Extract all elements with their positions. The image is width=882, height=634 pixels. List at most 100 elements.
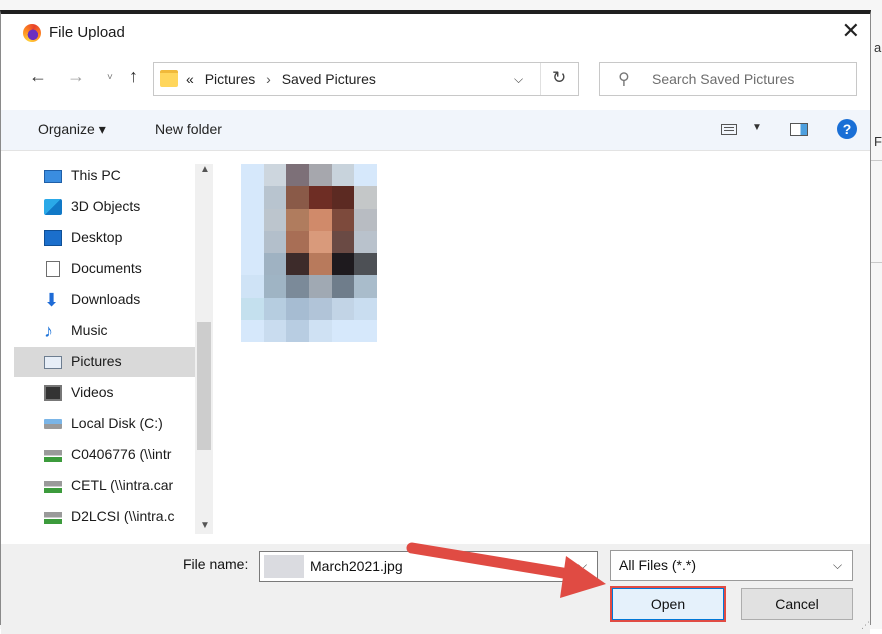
file-list-pane <box>217 154 869 542</box>
file-name-field[interactable]: March2021.jpg ⌵ <box>259 551 598 582</box>
sidebar-item-network-cetl[interactable]: CETL (\\intra.car <box>14 471 195 501</box>
recent-locations-chevron-icon[interactable]: ˅ <box>107 72 113 83</box>
thumbnail-pixel <box>286 297 309 320</box>
thumbnail-pixel <box>331 230 355 253</box>
scroll-down-arrow-icon[interactable]: ▼ <box>200 520 210 531</box>
thumbnail-pixel <box>331 275 355 298</box>
redacted-filename-prefix <box>264 555 304 578</box>
scrollbar-thumb[interactable] <box>197 322 211 450</box>
sidebar-item-network-c0406776[interactable]: C0406776 (\\intr <box>14 440 195 470</box>
back-arrow-icon[interactable]: ← <box>29 66 47 87</box>
folder-icon <box>160 70 178 87</box>
thumbnail-pixel <box>241 319 264 342</box>
sidebar-item-label: D2LCSI (\\intra.c <box>71 508 175 524</box>
thumbnail-pixel <box>241 164 264 187</box>
file-upload-dialog: File Upload ✕ ← → ˅ ↑ « Pictures › Saved… <box>0 10 871 634</box>
file-name-value[interactable]: March2021.jpg <box>310 558 403 574</box>
thumbnail-pixel <box>241 208 264 231</box>
search-box[interactable]: ⚲ Search Saved Pictures <box>599 62 857 96</box>
address-divider <box>540 63 541 95</box>
sidebar-item-network-d2lcsi[interactable]: D2LCSI (\\intra.c <box>14 502 195 532</box>
thumbnail-pixel <box>354 319 377 342</box>
thumbnail-pixel <box>286 230 309 253</box>
view-options-icon[interactable] <box>721 124 737 135</box>
cancel-button[interactable]: Cancel <box>741 588 853 620</box>
cube-icon <box>44 199 62 215</box>
sidebar-item-documents[interactable]: Documents <box>14 254 195 284</box>
file-type-value: All Files (*.*) <box>619 557 697 573</box>
thumbnail-pixel <box>331 319 355 342</box>
background-text-fragment: a <box>874 40 882 55</box>
disk-icon <box>44 419 62 429</box>
thumbnail-pixel <box>331 208 355 231</box>
search-input[interactable]: Search Saved Pictures <box>652 71 794 87</box>
open-button[interactable]: Open <box>612 588 724 620</box>
computer-icon <box>44 170 62 183</box>
file-type-dropdown-chevron-icon[interactable]: ⌵ <box>833 558 842 573</box>
sidebar-item-label: Music <box>71 322 108 338</box>
file-name-label: File name: <box>183 556 249 572</box>
sidebar-item-desktop[interactable]: Desktop <box>14 223 195 253</box>
file-type-select[interactable]: All Files (*.*) ⌵ <box>610 550 853 581</box>
help-icon[interactable]: ? <box>837 119 857 139</box>
resize-grip-icon[interactable]: ⋰ <box>861 620 870 631</box>
sidebar-item-music[interactable]: ♪ Music <box>14 316 195 346</box>
view-options-dropdown-icon[interactable]: ▼ <box>752 122 762 133</box>
sidebar-item-label: Videos <box>71 384 114 400</box>
music-note-icon: ♪ <box>44 321 53 341</box>
thumbnail-pixel <box>308 253 332 276</box>
address-bar[interactable]: « Pictures › Saved Pictures ⌵ ↻ <box>153 62 579 96</box>
sidebar-item-videos[interactable]: Videos <box>14 378 195 408</box>
thumbnail-pixel <box>354 208 377 231</box>
refresh-icon[interactable]: ↻ <box>552 68 566 88</box>
network-drive-icon <box>44 481 62 493</box>
pictures-icon <box>44 356 62 369</box>
network-drive-icon <box>44 512 62 524</box>
sidebar-item-pictures[interactable]: Pictures <box>14 347 195 377</box>
scroll-up-arrow-icon[interactable]: ▲ <box>200 164 210 175</box>
thumbnail-pixel <box>286 186 309 209</box>
organize-button[interactable]: Organize ▾ <box>38 121 106 138</box>
close-icon[interactable]: ✕ <box>842 18 860 44</box>
download-arrow-icon: ⬇ <box>44 290 60 310</box>
desktop-icon <box>44 230 62 246</box>
thumbnail-pixel <box>354 275 377 298</box>
thumbnail-pixel <box>263 297 287 320</box>
thumbnail-pixel <box>241 253 264 276</box>
forward-arrow-icon[interactable]: → <box>67 66 85 87</box>
preview-pane-icon[interactable] <box>790 123 808 136</box>
sidebar-item-label: Local Disk (C:) <box>71 415 163 431</box>
address-dropdown-chevron-icon[interactable]: ⌵ <box>514 72 523 87</box>
new-folder-button[interactable]: New folder <box>155 121 222 137</box>
thumbnail-pixel <box>308 275 332 298</box>
sidebar-item-local-disk[interactable]: Local Disk (C:) <box>14 409 195 439</box>
file-name-dropdown-chevron-icon[interactable]: ⌵ <box>578 558 587 573</box>
dialog-title: File Upload <box>49 24 125 41</box>
sidebar-item-3d-objects[interactable]: 3D Objects <box>14 192 195 222</box>
sidebar-item-label: CETL (\\intra.car <box>71 477 174 493</box>
sidebar-item-label: C0406776 (\\intr <box>71 446 172 462</box>
thumbnail-pixel <box>286 275 309 298</box>
breadcrumb-separator-icon[interactable]: › <box>266 71 271 87</box>
sidebar-item-label: Downloads <box>71 291 141 307</box>
sidebar-item-label: 3D Objects <box>71 198 141 214</box>
thumbnail-pixel <box>241 186 264 209</box>
sidebar-item-this-pc[interactable]: This PC <box>14 161 195 191</box>
image-thumbnail-selected[interactable] <box>241 164 377 342</box>
title-bar: File Upload ✕ <box>1 14 870 52</box>
background-text-fragment: F <box>874 134 882 149</box>
breadcrumb-saved-pictures[interactable]: Saved Pictures <box>282 71 376 87</box>
up-arrow-icon[interactable]: ↑ <box>129 66 138 87</box>
thumbnail-pixel <box>263 319 287 342</box>
thumbnail-pixel <box>308 164 332 187</box>
breadcrumb-overflow[interactable]: « <box>186 71 194 87</box>
sidebar-item-label: Desktop <box>71 229 123 245</box>
thumbnail-pixel <box>354 230 377 253</box>
thumbnail-pixel <box>263 164 287 187</box>
command-toolbar: Organize ▾ New folder ▼ ? <box>1 110 870 151</box>
film-icon <box>44 385 62 401</box>
thumbnail-pixel <box>308 297 332 320</box>
sidebar-item-downloads[interactable]: ⬇ Downloads <box>14 285 195 315</box>
thumbnail-pixel <box>354 186 377 209</box>
breadcrumb-pictures[interactable]: Pictures <box>205 71 256 87</box>
